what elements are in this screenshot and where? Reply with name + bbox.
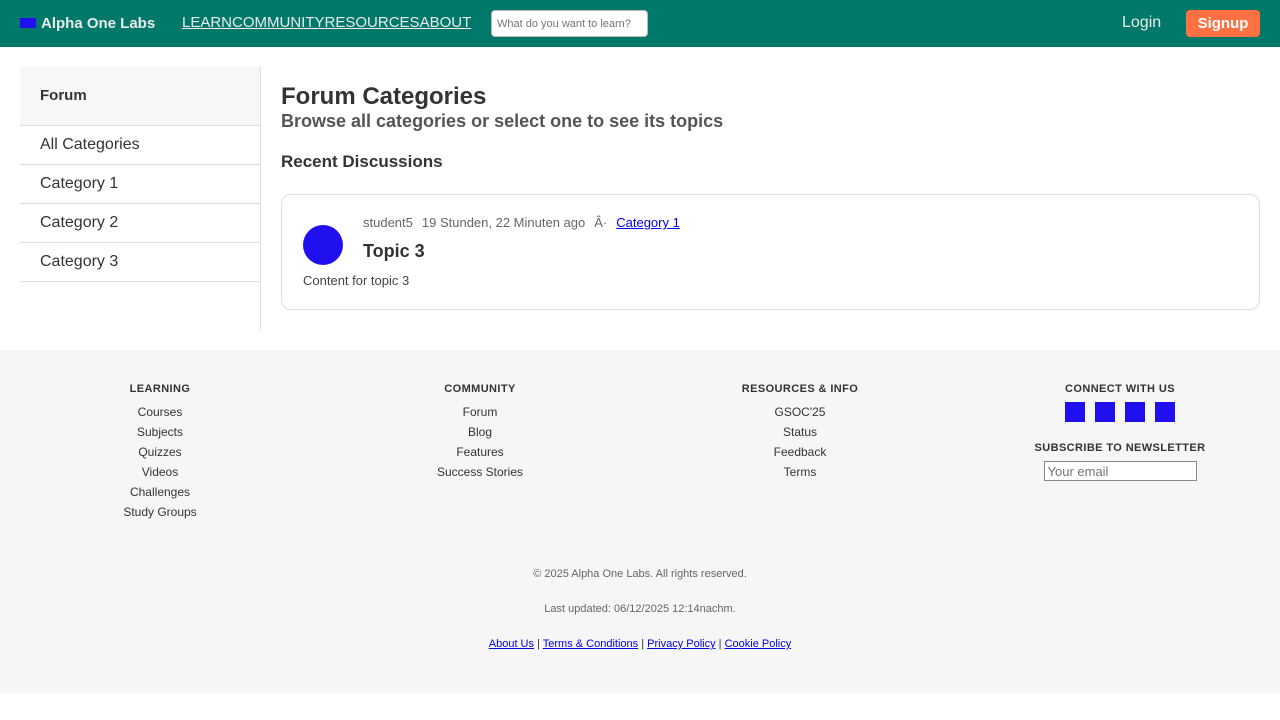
brand-logo-icon xyxy=(20,18,36,28)
footer-link-subjects[interactable]: Subjects xyxy=(20,422,300,442)
footer-link-blog[interactable]: Blog xyxy=(340,422,620,442)
nav-learn[interactable]: LEARN xyxy=(182,14,232,31)
newsletter-email-input[interactable] xyxy=(1043,461,1197,481)
footer-connect: CONNECT WITH US SUBSCRIBE TO NEWSLETTER xyxy=(980,383,1260,481)
topic-title[interactable]: Topic 3 xyxy=(363,241,425,262)
recent-discussions-heading: Recent Discussions xyxy=(281,152,443,171)
copyright-text: © 2025 Alpha One Labs. All rights reserv… xyxy=(533,568,747,580)
sidebar-item-category-2[interactable]: Category 2 xyxy=(20,204,260,243)
footer-link-courses[interactable]: Courses xyxy=(20,402,300,422)
signup-button[interactable]: Signup xyxy=(1186,10,1260,37)
topic-author: student5 xyxy=(363,215,413,230)
footer-resources-title: RESOURCES & INFO xyxy=(741,383,859,395)
footer-resources: RESOURCES & INFO GSOC'25 Status Feedback… xyxy=(660,383,940,482)
legal-separator: | xyxy=(718,638,722,650)
social-icon-2-icon[interactable] xyxy=(1095,402,1115,422)
social-links xyxy=(980,402,1260,422)
sidebar-item-category-3[interactable]: Category 3 xyxy=(20,243,260,282)
nav-resources[interactable]: RESOURCES xyxy=(325,14,420,31)
last-updated-text: Last updated: 06/12/2025 12:14nachm. xyxy=(544,603,736,615)
search-input[interactable] xyxy=(491,10,648,37)
social-icon-3-icon[interactable] xyxy=(1125,402,1145,422)
footer-learning-title: LEARNING xyxy=(129,383,191,395)
brand-link[interactable]: Alpha One Labs xyxy=(20,14,155,32)
footer-link-features[interactable]: Features xyxy=(340,442,620,462)
legal-links: About Us | Terms & Conditions | Privacy … xyxy=(0,638,1280,650)
footer-link-terms[interactable]: Terms xyxy=(660,462,940,482)
page-title: Forum Categories xyxy=(281,83,487,110)
topic-category-link[interactable]: Category 1 xyxy=(616,215,680,230)
meta-separator: Â· xyxy=(594,215,608,230)
footer-link-videos[interactable]: Videos xyxy=(20,462,300,482)
topic-card[interactable]: student5 19 Stunden, 22 Minuten ago Â· C… xyxy=(281,194,1260,310)
topic-content: Content for topic 3 xyxy=(303,273,410,288)
sidebar-item-all-categories[interactable]: All Categories xyxy=(20,126,260,165)
nav-community[interactable]: COMMUNITY xyxy=(232,14,325,31)
login-link[interactable]: Login xyxy=(1122,14,1161,32)
sidebar-title: Forum xyxy=(20,67,260,126)
brand-name: Alpha One Labs xyxy=(41,14,156,32)
avatar xyxy=(303,225,343,265)
footer-link-quizzes[interactable]: Quizzes xyxy=(20,442,300,462)
nav-about[interactable]: ABOUT xyxy=(420,14,472,31)
topic-time: 19 Stunden, 22 Minuten ago xyxy=(421,215,586,230)
sidebar-item-category-1[interactable]: Category 1 xyxy=(20,165,260,204)
legal-link-terms-conditions[interactable]: Terms & Conditions xyxy=(543,638,638,650)
footer-link-status[interactable]: Status xyxy=(660,422,940,442)
footer-community-title: COMMUNITY xyxy=(444,383,516,395)
footer-community: COMMUNITY Forum Blog Features Success St… xyxy=(340,383,620,482)
footer-connect-title: CONNECT WITH US xyxy=(1065,383,1175,395)
footer-link-success-stories[interactable]: Success Stories xyxy=(340,462,620,482)
main-nav: LEARN COMMUNITY RESOURCES ABOUT xyxy=(182,14,471,31)
footer-learning: LEARNING Courses Subjects Quizzes Videos… xyxy=(20,383,300,522)
footer-link-gsoc[interactable]: GSOC'25 xyxy=(660,402,940,422)
newsletter-title: SUBSCRIBE TO NEWSLETTER xyxy=(1034,442,1206,454)
footer-link-forum[interactable]: Forum xyxy=(340,402,620,422)
footer-link-feedback[interactable]: Feedback xyxy=(660,442,940,462)
legal-link-privacy-policy[interactable]: Privacy Policy xyxy=(647,638,715,650)
page-subtitle: Browse all categories or select one to s… xyxy=(281,111,724,131)
social-icon-1-icon[interactable] xyxy=(1065,402,1085,422)
site-footer: LEARNING Courses Subjects Quizzes Videos… xyxy=(0,350,1280,693)
forum-sidebar: Forum All Categories Category 1 Category… xyxy=(20,67,261,330)
footer-link-challenges[interactable]: Challenges xyxy=(20,482,300,502)
legal-separator: | xyxy=(537,638,540,650)
legal-separator: | xyxy=(641,638,645,650)
top-navbar: Alpha One Labs LEARN COMMUNITY RESOURCES… xyxy=(0,0,1280,47)
legal-link-about-us[interactable]: About Us xyxy=(489,638,534,650)
footer-link-study-groups[interactable]: Study Groups xyxy=(20,502,300,522)
legal-link-cookie-policy[interactable]: Cookie Policy xyxy=(725,638,792,650)
social-icon-4-icon[interactable] xyxy=(1155,402,1175,422)
topic-meta: student5 19 Stunden, 22 Minuten ago Â· C… xyxy=(363,215,680,230)
